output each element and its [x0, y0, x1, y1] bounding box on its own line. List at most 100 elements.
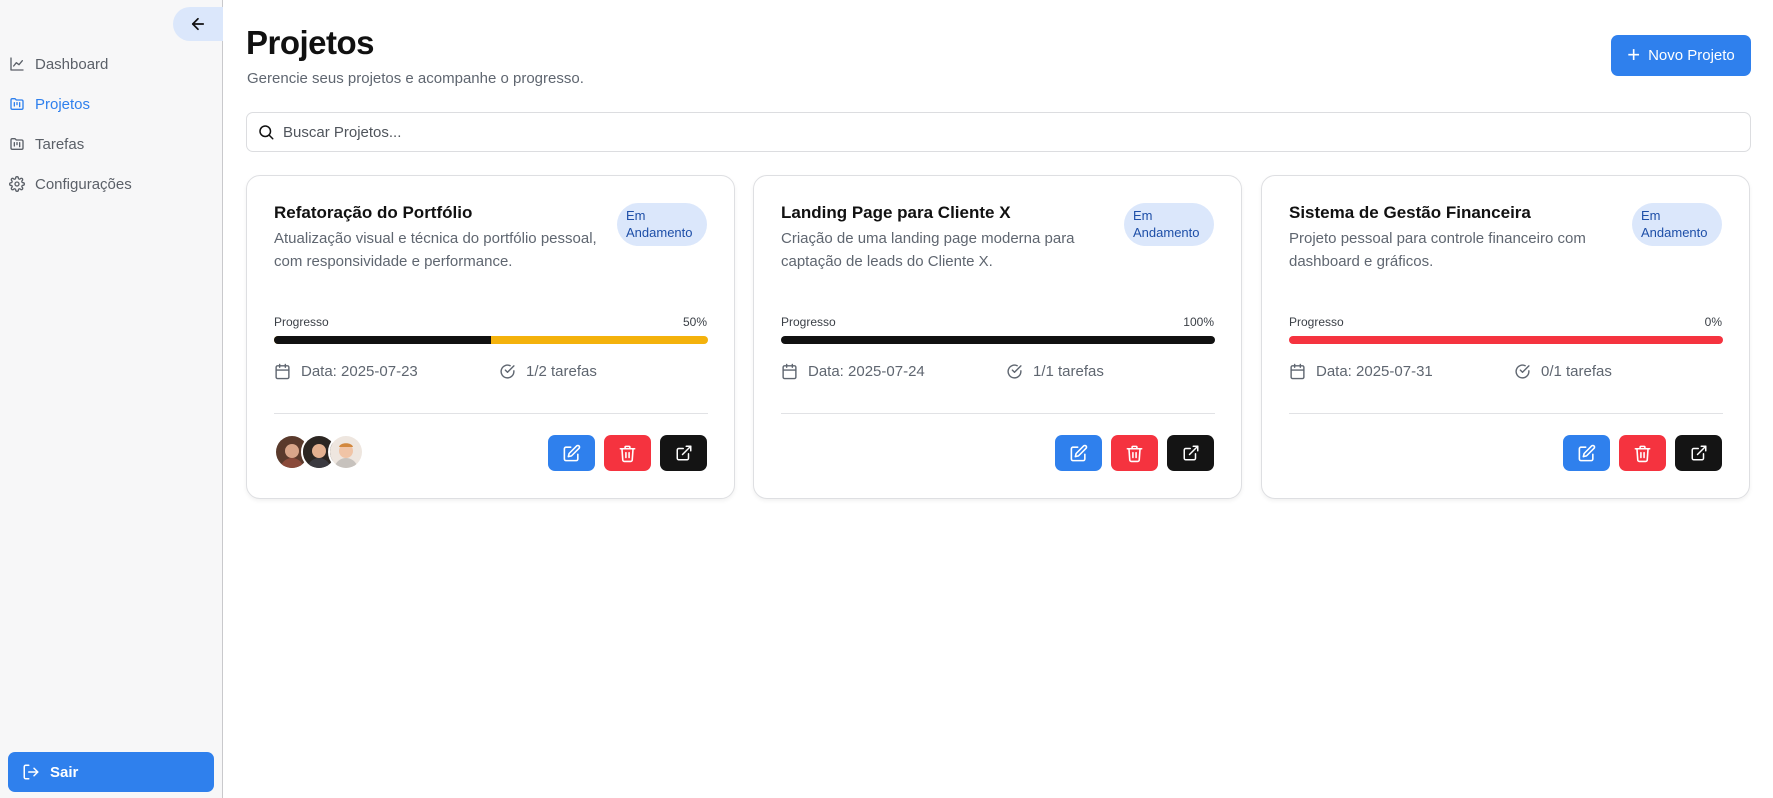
- project-tasks: 1/1 tarefas: [1006, 363, 1104, 380]
- page-subtitle: Gerencie seus projetos e acompanhe o pro…: [247, 70, 584, 87]
- project-card: Sistema de Gestão Financeira Projeto pes…: [1261, 175, 1750, 499]
- check-circle-icon: [499, 363, 516, 380]
- sidebar-item-tarefas[interactable]: Tarefas: [0, 124, 223, 164]
- open-button[interactable]: [660, 435, 707, 471]
- status-badge: Em Andamento: [617, 203, 707, 246]
- team-avatars: [274, 434, 364, 470]
- gear-icon: [9, 176, 25, 192]
- trash-icon: [1126, 445, 1143, 462]
- sidebar-item-dashboard[interactable]: Dashboard: [0, 44, 223, 84]
- project-date: Data: 2025-07-31: [1289, 363, 1433, 380]
- delete-button[interactable]: [604, 435, 651, 471]
- new-project-button[interactable]: + Novo Projeto: [1611, 35, 1751, 76]
- trash-icon: [619, 445, 636, 462]
- progress-label: Progresso: [274, 315, 329, 329]
- project-card: Landing Page para Cliente X Criação de u…: [753, 175, 1242, 499]
- project-date: Data: 2025-07-24: [781, 363, 925, 380]
- status-line: Andamento: [626, 225, 693, 240]
- status-line: Em: [626, 208, 646, 223]
- divider: [1289, 413, 1723, 414]
- project-title: Landing Page para Cliente X: [781, 203, 1011, 222]
- tasks-text: 0/1 tarefas: [1541, 363, 1612, 380]
- tasks-text: 1/1 tarefas: [1033, 363, 1104, 380]
- sidebar-item-projetos[interactable]: Projetos: [0, 84, 223, 124]
- external-link-icon: [1691, 445, 1706, 461]
- edit-icon: [563, 444, 581, 461]
- project-title: Refatoração do Portfólio: [274, 203, 473, 222]
- external-link-icon: [1183, 445, 1198, 461]
- calendar-icon: [781, 363, 798, 380]
- status-line: Em: [1133, 208, 1153, 223]
- date-text: Data: 2025-07-24: [808, 363, 925, 380]
- edit-icon: [1578, 444, 1596, 461]
- sidebar-item-label: Projetos: [35, 95, 91, 113]
- status-line: Em: [1641, 208, 1661, 223]
- edit-button[interactable]: [548, 435, 595, 471]
- arrow-left-icon: [191, 17, 205, 31]
- date-text: Data: 2025-07-31: [1316, 363, 1433, 380]
- divider: [781, 413, 1215, 414]
- card-actions: [1046, 435, 1214, 471]
- logout-label: Sair: [50, 763, 79, 781]
- card-actions: [1554, 435, 1722, 471]
- main-content: Projetos Gerencie seus projetos e acompa…: [246, 0, 1751, 798]
- logout-icon: [22, 763, 40, 781]
- sidebar-nav: Dashboard Projetos Tarefas Configurações: [0, 44, 223, 204]
- logout-button[interactable]: Sair: [8, 752, 214, 792]
- edit-icon: [1070, 444, 1088, 461]
- folder-kanban-icon: [9, 96, 25, 112]
- project-description: Atualização visual e técnica do portfóli…: [274, 230, 597, 270]
- sidebar: Dashboard Projetos Tarefas Configurações…: [0, 0, 223, 798]
- sidebar-item-configuracoes[interactable]: Configurações: [0, 164, 223, 204]
- sidebar-item-label: Tarefas: [35, 135, 85, 153]
- new-project-label: Novo Projeto: [1648, 47, 1735, 64]
- sidebar-item-label: Configurações: [35, 175, 132, 193]
- project-tasks: 1/2 tarefas: [499, 363, 597, 380]
- search-icon: [257, 123, 275, 141]
- project-cards: Refatoração do Portfólio Atualização vis…: [246, 175, 1751, 499]
- project-title: Sistema de Gestão Financeira: [1289, 203, 1531, 222]
- progress-fill: [274, 336, 491, 344]
- trash-icon: [1634, 445, 1651, 462]
- open-button[interactable]: [1675, 435, 1722, 471]
- open-button[interactable]: [1167, 435, 1214, 471]
- project-tasks: 0/1 tarefas: [1514, 363, 1612, 380]
- divider: [274, 413, 708, 414]
- folder-kanban-icon: [9, 136, 25, 152]
- progress-label: Progresso: [781, 315, 836, 329]
- calendar-icon: [1289, 363, 1306, 380]
- progress-percent: 50%: [682, 315, 707, 329]
- progress-label: Progresso: [1289, 315, 1344, 329]
- chart-line-icon: [9, 56, 25, 72]
- sidebar-item-label: Dashboard: [35, 55, 109, 73]
- tasks-text: 1/2 tarefas: [526, 363, 597, 380]
- check-circle-icon: [1514, 363, 1531, 380]
- edit-button[interactable]: [1563, 435, 1610, 471]
- calendar-icon: [274, 363, 291, 380]
- progress-fill: [781, 336, 1215, 344]
- project-date: Data: 2025-07-23: [274, 363, 418, 380]
- card-actions: [539, 435, 707, 471]
- check-circle-icon: [1006, 363, 1023, 380]
- status-line: Andamento: [1133, 225, 1200, 240]
- project-card: Refatoração do Portfólio Atualização vis…: [246, 175, 735, 499]
- progress-bar: [1289, 336, 1723, 344]
- delete-button[interactable]: [1619, 435, 1666, 471]
- status-badge: Em Andamento: [1632, 203, 1722, 246]
- project-description: Criação de uma landing page moderna para…: [781, 230, 1075, 270]
- avatar[interactable]: [328, 434, 364, 470]
- collapse-sidebar-button[interactable]: [173, 7, 223, 41]
- search-input[interactable]: [283, 123, 1627, 141]
- date-text: Data: 2025-07-23: [301, 363, 418, 380]
- edit-button[interactable]: [1055, 435, 1102, 471]
- search-bar: [246, 112, 1751, 152]
- progress-percent: 100%: [1183, 315, 1214, 329]
- progress-bar: [274, 336, 708, 344]
- status-line: Andamento: [1641, 225, 1708, 240]
- project-description: Projeto pessoal para controle financeiro…: [1289, 230, 1586, 270]
- external-link-icon: [676, 445, 691, 461]
- status-badge: Em Andamento: [1124, 203, 1214, 246]
- plus-icon: +: [1627, 41, 1641, 67]
- delete-button[interactable]: [1111, 435, 1158, 471]
- progress-percent: 0%: [1704, 315, 1722, 329]
